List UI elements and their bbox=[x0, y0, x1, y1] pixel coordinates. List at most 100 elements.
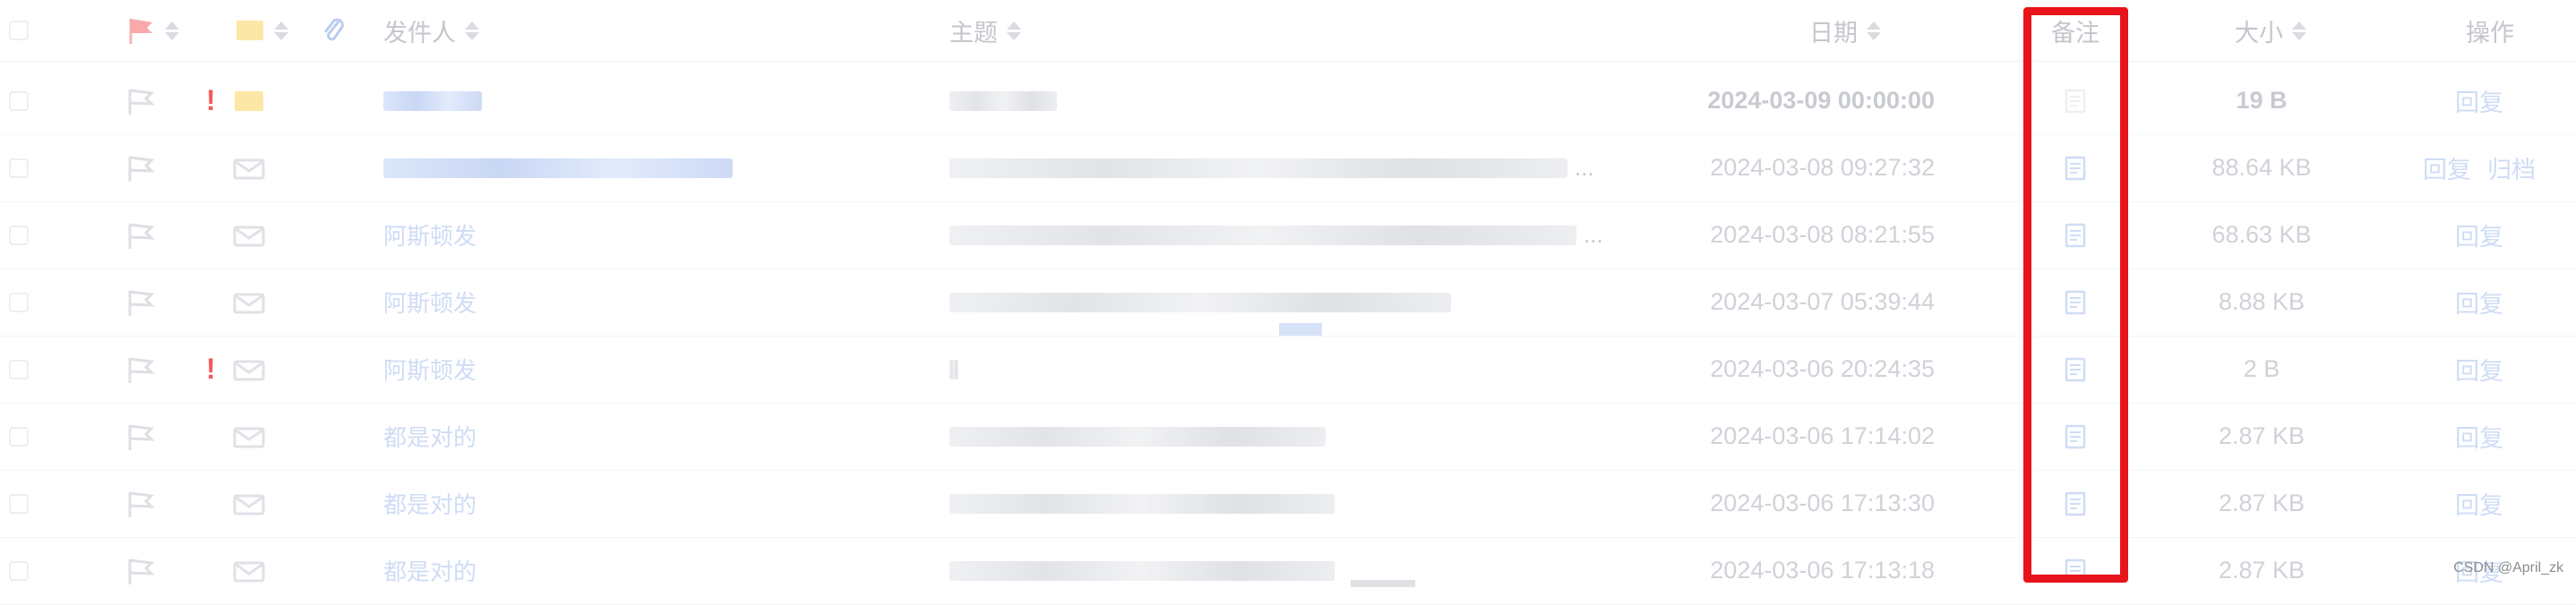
row-actions: 回复 bbox=[2383, 336, 2576, 403]
sort-icon[interactable] bbox=[1007, 21, 1021, 40]
subject-column-header[interactable]: 主题 bbox=[949, 0, 1218, 61]
date-cell: 2024-03-06 20:24:35 bbox=[1710, 355, 1935, 382]
subject-redacted[interactable] bbox=[949, 158, 1567, 178]
envelope-icon bbox=[233, 494, 265, 515]
sort-icon[interactable] bbox=[274, 21, 288, 40]
table-row[interactable]: ! 2024-03-09 00:00:00 19 B 回复 bbox=[0, 67, 2576, 135]
row-checkbox[interactable] bbox=[9, 560, 29, 581]
sender-name-redacted[interactable] bbox=[383, 158, 733, 178]
sender-header-label: 发件人 bbox=[383, 19, 456, 47]
sort-icon[interactable] bbox=[2292, 21, 2306, 40]
note-document-icon[interactable] bbox=[2065, 89, 2086, 114]
note-column-header: 备注 bbox=[2026, 0, 2125, 61]
size-cell: 2.87 KB bbox=[2218, 422, 2306, 449]
sender-name-redacted[interactable] bbox=[383, 90, 482, 111]
table-row[interactable]: ... 2024-03-08 09:27:32 88.64 KB 回复 归档 bbox=[0, 134, 2576, 202]
envelope-icon bbox=[233, 158, 265, 179]
row-actions: 回复 bbox=[2383, 470, 2576, 537]
subject-redacted[interactable] bbox=[949, 426, 1326, 447]
sender-name[interactable]: 阿斯顿发 bbox=[383, 353, 477, 386]
date-cell: 2024-03-07 05:39:44 bbox=[1710, 288, 1935, 315]
sort-icon[interactable] bbox=[165, 21, 179, 40]
sender-column-header[interactable]: 发件人 bbox=[383, 0, 652, 61]
flag-outline-icon[interactable] bbox=[125, 287, 156, 318]
important-icon: ! bbox=[206, 353, 216, 385]
flag-outline-icon[interactable] bbox=[125, 354, 156, 385]
size-cell: 8.88 KB bbox=[2218, 288, 2306, 315]
date-cell: 2024-03-08 08:21:55 bbox=[1710, 221, 1935, 248]
archive-link[interactable]: 归档 bbox=[2487, 150, 2536, 185]
row-actions: 回复 归档 bbox=[2383, 134, 2576, 201]
reply-link[interactable]: 回复 bbox=[2455, 486, 2503, 521]
sender-name[interactable]: 阿斯顿发 bbox=[383, 285, 477, 319]
table-header: 发件人 主题 日期 备注 大小 操作 bbox=[0, 0, 2576, 62]
flag-outline-icon[interactable] bbox=[125, 489, 156, 519]
size-cell: 19 B bbox=[2236, 87, 2288, 114]
sender-name[interactable]: 阿斯顿发 bbox=[383, 218, 477, 251]
row-checkbox[interactable] bbox=[9, 426, 29, 447]
reply-link[interactable]: 回复 bbox=[2455, 217, 2503, 252]
table-row[interactable]: 阿斯顿发 ... 2024-03-08 08:21:55 68.63 KB 回复 bbox=[0, 201, 2576, 269]
subject-redacted[interactable] bbox=[949, 560, 1335, 581]
note-document-icon[interactable] bbox=[2065, 290, 2086, 315]
ops-header-label: 操作 bbox=[2466, 19, 2514, 47]
table-row[interactable]: ! 阿斯顿发 2024-03-06 20:24:35 2 B 回复 bbox=[0, 336, 2576, 404]
subject-ellipsis: ... bbox=[1584, 221, 1603, 248]
size-cell: 2.87 KB bbox=[2218, 490, 2306, 516]
reply-link[interactable]: 回复 bbox=[2455, 352, 2503, 387]
sender-name[interactable]: 都是对的 bbox=[383, 420, 477, 453]
reply-link[interactable]: 回复 bbox=[2423, 150, 2471, 185]
date-cell: 2024-03-08 09:27:32 bbox=[1710, 154, 1935, 181]
sender-name[interactable]: 都是对的 bbox=[383, 554, 477, 587]
red-flag-icon bbox=[129, 19, 152, 44]
note-document-icon[interactable] bbox=[2065, 156, 2086, 181]
note-document-icon[interactable] bbox=[2065, 357, 2086, 382]
envelope-icon bbox=[233, 427, 265, 447]
size-header-label: 大小 bbox=[2235, 19, 2283, 47]
flag-outline-icon[interactable] bbox=[125, 556, 156, 586]
table-row[interactable]: 都是对的 2024-03-06 17:13:30 2.87 KB 回复 bbox=[0, 470, 2576, 538]
size-cell: 2.87 KB bbox=[2218, 557, 2306, 584]
size-cell: 68.63 KB bbox=[2211, 221, 2312, 248]
flag-outline-icon[interactable] bbox=[125, 86, 156, 116]
table-row[interactable]: 都是对的 2024-03-06 17:14:02 2.87 KB 回复 bbox=[0, 403, 2576, 471]
read-column-header[interactable] bbox=[235, 0, 315, 61]
reply-link[interactable]: 回复 bbox=[2455, 419, 2503, 454]
note-document-icon[interactable] bbox=[2065, 223, 2086, 248]
paperclip-icon bbox=[323, 18, 344, 41]
select-all-checkbox[interactable] bbox=[9, 21, 29, 40]
table-row[interactable]: 都是对的 2024-03-06 17:13:18 2.87 KB 回复 bbox=[0, 537, 2576, 605]
reply-link[interactable]: 回复 bbox=[2455, 285, 2503, 320]
envelope-icon bbox=[233, 360, 265, 380]
row-actions: 回复 bbox=[2383, 201, 2576, 268]
sender-name[interactable]: 都是对的 bbox=[383, 487, 477, 520]
flag-outline-icon[interactable] bbox=[125, 422, 156, 452]
important-icon: ! bbox=[206, 84, 216, 116]
subject-redacted[interactable] bbox=[949, 225, 1576, 245]
envelope-icon bbox=[233, 561, 265, 582]
sort-icon[interactable] bbox=[1867, 21, 1881, 40]
note-document-icon[interactable] bbox=[2065, 424, 2086, 449]
row-checkbox[interactable] bbox=[9, 90, 29, 111]
subject-redacted[interactable] bbox=[949, 90, 1057, 111]
subject-redacted[interactable] bbox=[949, 292, 1451, 312]
row-checkbox[interactable] bbox=[9, 225, 29, 245]
size-cell: 2 B bbox=[2243, 355, 2280, 382]
flag-outline-icon[interactable] bbox=[125, 153, 156, 183]
subject-redacted[interactable] bbox=[949, 359, 958, 379]
flag-column-header[interactable] bbox=[125, 0, 215, 61]
subject-redacted[interactable] bbox=[949, 493, 1335, 514]
size-column-header[interactable]: 大小 bbox=[2235, 0, 2360, 61]
sort-icon[interactable] bbox=[465, 21, 479, 40]
note-document-icon[interactable] bbox=[2065, 491, 2086, 516]
row-checkbox[interactable] bbox=[9, 359, 29, 379]
reply-link[interactable]: 回复 bbox=[2455, 83, 2503, 118]
row-checkbox[interactable] bbox=[9, 493, 29, 514]
row-checkbox[interactable] bbox=[9, 158, 29, 178]
note-document-icon[interactable] bbox=[2065, 558, 2086, 584]
row-checkbox[interactable] bbox=[9, 292, 29, 312]
date-header-label: 日期 bbox=[1809, 19, 1858, 47]
flag-outline-icon[interactable] bbox=[125, 220, 156, 251]
date-column-header[interactable]: 日期 bbox=[1773, 0, 1881, 61]
size-cell: 88.64 KB bbox=[2211, 154, 2312, 181]
